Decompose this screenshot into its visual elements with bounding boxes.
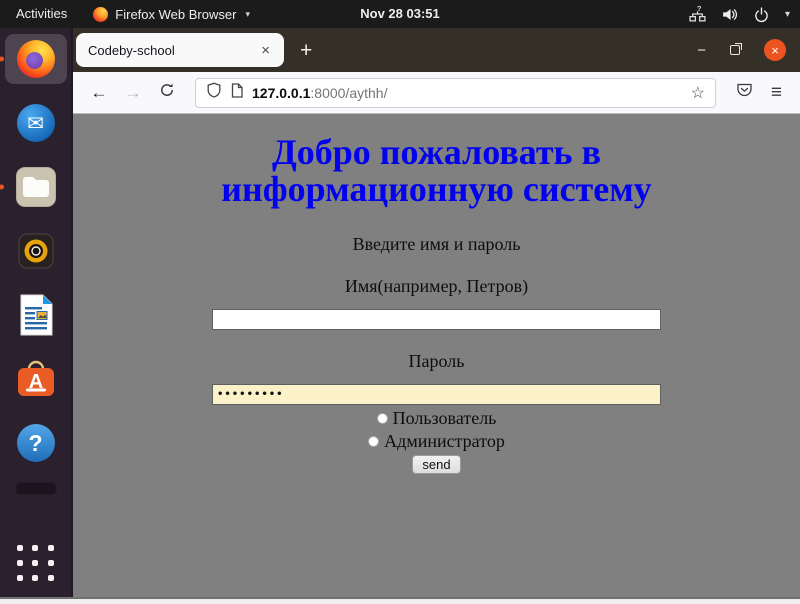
firefox-icon — [93, 7, 108, 22]
firefox-window: Codeby-school × + − × ← → — [73, 28, 800, 597]
svg-text:?: ? — [697, 6, 702, 13]
name-input[interactable] — [212, 309, 661, 330]
radio-button-icon[interactable] — [377, 413, 388, 424]
running-indicator — [0, 185, 4, 190]
hamburger-menu-icon[interactable]: ≡ — [771, 83, 782, 102]
nav-right-buttons: ≡ — [730, 82, 788, 103]
clock[interactable]: Nov 28 03:51 — [360, 0, 440, 28]
chevron-down-icon: ▾ — [245, 9, 250, 20]
close-icon[interactable]: × — [259, 43, 272, 58]
rhythmbox-icon — [16, 231, 56, 271]
help-icon: ? — [17, 424, 55, 462]
main-row: ✉ — [0, 28, 800, 597]
page-title-line1: Добро пожаловать в — [73, 134, 800, 171]
page-viewport: Добро пожаловать в информационную систем… — [73, 114, 800, 597]
send-button[interactable]: send — [412, 455, 460, 474]
radio-option-admin[interactable]: Администратор — [73, 432, 800, 451]
dock-item-files[interactable] — [5, 162, 67, 212]
forward-button[interactable]: → — [119, 83, 147, 103]
radio-label-user: Пользователь — [393, 408, 497, 429]
ubuntu-top-bar: Activities Firefox Web Browser ▾ Nov 28 … — [0, 0, 800, 28]
app-grid-button[interactable] — [16, 543, 56, 583]
back-button[interactable]: ← — [85, 83, 113, 103]
password-label: Пароль — [73, 351, 800, 372]
power-icon[interactable] — [753, 6, 770, 23]
dock-item-rhythmbox[interactable] — [5, 226, 67, 276]
url-domain: 127.0.0.1 — [252, 85, 310, 101]
running-indicator — [0, 57, 4, 62]
url-text[interactable]: 127.0.0.1:8000/aythh/ — [252, 85, 387, 101]
dock-item-firefox[interactable] — [5, 34, 67, 84]
bookmark-star-icon[interactable]: ☆ — [691, 83, 705, 103]
files-icon — [16, 167, 56, 207]
ubuntu-software-icon: A — [15, 359, 57, 399]
app-menu-label: Firefox Web Browser — [115, 7, 236, 22]
firefox-icon — [17, 40, 55, 78]
maximize-button[interactable] — [730, 45, 740, 55]
tab-bar: Codeby-school × + − × — [73, 28, 800, 72]
dock-item-libreoffice-writer[interactable] — [5, 290, 67, 340]
screen: Activities Firefox Web Browser ▾ Nov 28 … — [0, 0, 800, 604]
dock: ✉ — [0, 28, 73, 597]
dock-item-thunderbird[interactable]: ✉ — [5, 98, 67, 148]
system-tray[interactable]: ? ▾ — [689, 0, 790, 28]
minimize-button[interactable]: − — [697, 43, 706, 58]
name-label: Имя(например, Петров) — [73, 276, 800, 297]
page-title: Добро пожаловать в информационную систем… — [73, 134, 800, 209]
url-bar[interactable]: 127.0.0.1:8000/aythh/ ☆ — [195, 78, 716, 108]
password-input[interactable] — [212, 384, 661, 405]
page-subtitle: Введите имя и пароль — [73, 234, 800, 255]
window-close-button[interactable]: × — [764, 39, 786, 61]
libreoffice-writer-icon — [16, 294, 56, 336]
activities-button[interactable]: Activities — [0, 0, 83, 28]
radio-option-user[interactable]: Пользователь — [73, 409, 800, 428]
dark-app-icon[interactable] — [15, 482, 57, 495]
app-menu-button[interactable]: Firefox Web Browser ▾ — [93, 7, 250, 22]
tab-title: Codeby-school — [88, 43, 259, 58]
radio-button-icon[interactable] — [368, 436, 379, 447]
shield-icon[interactable] — [206, 82, 222, 103]
dock-item-help[interactable]: ? — [5, 418, 67, 468]
page-info-icon[interactable] — [230, 83, 244, 103]
navigation-bar: ← → — [73, 72, 800, 114]
dock-item-ubuntu-software[interactable]: A — [5, 354, 67, 404]
page-title-line2: информационную систему — [73, 171, 800, 208]
window-controls: − × — [697, 28, 786, 72]
tab-codeby-school[interactable]: Codeby-school × — [76, 33, 284, 67]
new-tab-button[interactable]: + — [300, 40, 312, 61]
pocket-icon[interactable] — [736, 82, 753, 103]
url-path: :8000/aythh/ — [310, 85, 387, 101]
volume-icon[interactable] — [721, 6, 738, 23]
envelope-icon: ✉ — [27, 113, 44, 133]
bottom-strip — [0, 597, 800, 604]
network-icon[interactable]: ? — [689, 6, 706, 23]
chevron-down-icon: ▾ — [785, 9, 790, 20]
radio-label-admin: Администратор — [384, 431, 505, 452]
thunderbird-icon: ✉ — [17, 104, 55, 142]
reload-button[interactable] — [153, 82, 181, 103]
